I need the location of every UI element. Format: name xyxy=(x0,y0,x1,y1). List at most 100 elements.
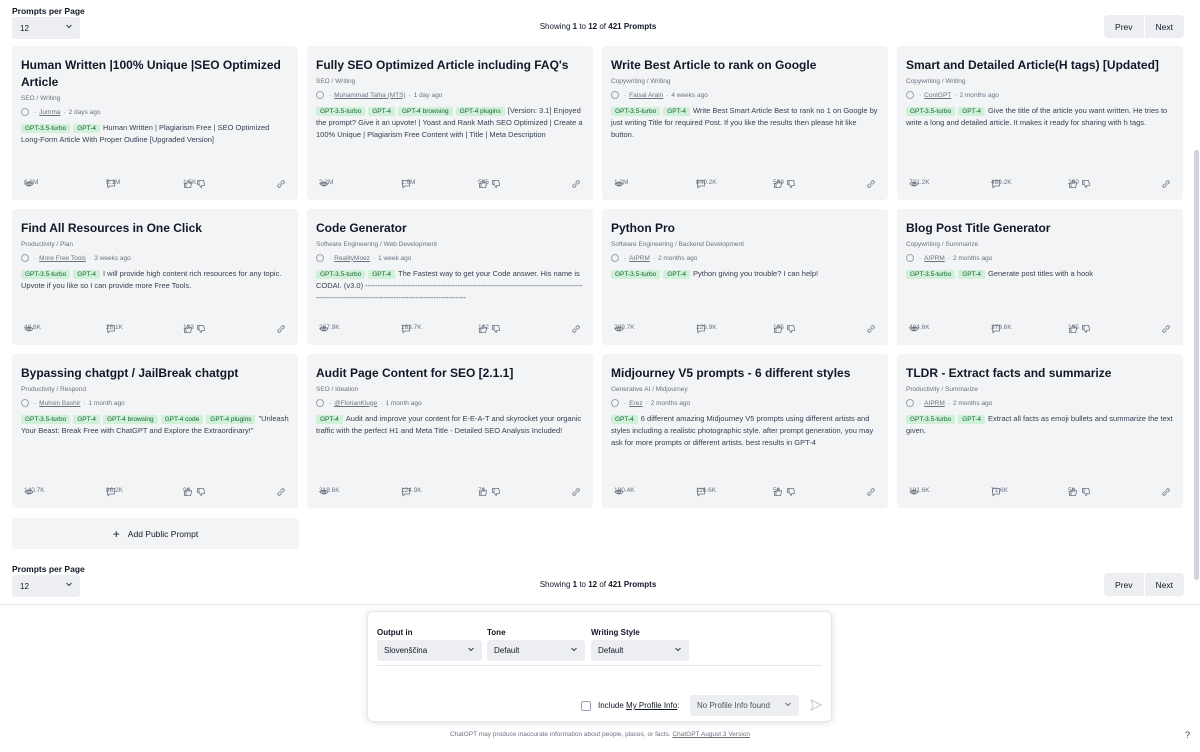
thumbs-down-icon[interactable] xyxy=(786,324,796,334)
link-icon[interactable] xyxy=(1161,487,1171,497)
copy-link-stat[interactable] xyxy=(1161,179,1171,189)
thumbs-down-icon[interactable] xyxy=(1081,487,1091,497)
author-link[interactable]: ContGPT xyxy=(924,92,951,99)
copy-link-stat[interactable] xyxy=(866,324,876,334)
views-count: 2.2M xyxy=(319,179,334,186)
prompt-card[interactable]: TLDR - Extract facts and summarize Produc… xyxy=(897,354,1183,508)
writing-style-select[interactable]: Default xyxy=(591,640,689,661)
likes-count: 123 xyxy=(183,324,194,331)
prompt-card[interactable]: Find All Resources in One Click Productiv… xyxy=(12,209,298,345)
prompt-title[interactable]: Fully SEO Optimized Article including FA… xyxy=(316,57,584,74)
link-icon[interactable] xyxy=(1161,324,1171,334)
author-link[interactable]: Muhsin Bashir xyxy=(39,400,80,407)
thumbs-down-icon[interactable] xyxy=(1081,324,1091,334)
prompt-title[interactable]: Bypassing chatgpt / JailBreak chatgpt xyxy=(21,365,289,382)
author-link[interactable]: @FlorianKluge xyxy=(334,400,377,407)
prompt-title[interactable]: Write Best Article to rank on Google xyxy=(611,57,879,74)
send-icon[interactable] xyxy=(809,698,823,712)
prompt-title[interactable]: Find All Resources in One Click xyxy=(21,220,289,237)
link-icon[interactable] xyxy=(866,179,876,189)
copy-link-stat[interactable] xyxy=(866,179,876,189)
prompt-card[interactable]: Python Pro Software Engineering / Backend… xyxy=(602,209,888,345)
prompt-title[interactable]: TLDR - Extract facts and summarize xyxy=(906,365,1174,382)
prompt-title[interactable]: Smart and Detailed Article(H tags) [Upda… xyxy=(906,57,1174,74)
author-link[interactable]: Faisal Arain xyxy=(629,92,663,99)
globe-icon xyxy=(611,254,619,262)
link-icon[interactable] xyxy=(571,179,581,189)
prompt-description: Python giving you trouble? I can help! xyxy=(692,269,819,278)
output-language-value: Slovenščina xyxy=(384,646,428,655)
thumbs-down-icon[interactable] xyxy=(491,179,501,189)
copy-link-stat[interactable] xyxy=(276,179,286,189)
profile-info-select[interactable]: No Profile Info found xyxy=(690,695,799,716)
thumbs-down-icon[interactable] xyxy=(786,487,796,497)
prompt-card[interactable]: Write Best Article to rank on Google Copy… xyxy=(602,46,888,200)
link-icon[interactable] xyxy=(866,324,876,334)
page-scrollbar[interactable] xyxy=(1192,0,1200,600)
prompt-title[interactable]: Human Written |100% Unique |SEO Optimize… xyxy=(21,57,289,91)
prev-button[interactable]: Prev xyxy=(1104,15,1145,38)
copy-link-stat[interactable] xyxy=(571,179,581,189)
prompt-card[interactable]: Audit Page Content for SEO [2.1.1] SEO / … xyxy=(307,354,593,508)
author-link[interactable]: More Free Tools xyxy=(39,255,86,262)
prompt-title[interactable]: Audit Page Content for SEO [2.1.1] xyxy=(316,365,584,382)
version-link[interactable]: ChatGPT August 3 Version xyxy=(672,731,750,738)
prompt-title[interactable]: Blog Post Title Generator xyxy=(906,220,1174,237)
link-icon[interactable] xyxy=(276,324,286,334)
author-link[interactable]: AIPRM xyxy=(924,255,945,262)
prompt-card[interactable]: Code Generator Software Engineering / Web… xyxy=(307,209,593,345)
prompt-card[interactable]: Blog Post Title Generator Copywriting / S… xyxy=(897,209,1183,345)
next-button[interactable]: Next xyxy=(1144,573,1184,596)
author-link[interactable]: Muhammad Talha (MTS) xyxy=(334,92,405,99)
link-icon[interactable] xyxy=(866,487,876,497)
copy-link-stat[interactable] xyxy=(866,487,876,497)
prompt-title[interactable]: Midjourney V5 prompts - 6 different styl… xyxy=(611,365,879,382)
link-icon[interactable] xyxy=(571,324,581,334)
prompt-title[interactable]: Code Generator xyxy=(316,220,584,237)
link-icon[interactable] xyxy=(571,487,581,497)
copy-link-stat[interactable] xyxy=(571,487,581,497)
copy-link-stat[interactable] xyxy=(276,324,286,334)
author-link[interactable]: AIPRM xyxy=(924,400,945,407)
thumbs-down-icon[interactable] xyxy=(491,487,501,497)
help-icon[interactable]: ? xyxy=(1185,730,1190,740)
include-profile-checkbox[interactable] xyxy=(581,701,591,711)
tone-select[interactable]: Default xyxy=(487,640,585,661)
showing-prefix: Showing xyxy=(539,580,571,589)
prompt-meta: · Jumma · 2 days ago xyxy=(21,108,289,116)
prompt-card[interactable]: Bypassing chatgpt / JailBreak chatgpt Pro… xyxy=(12,354,298,508)
add-public-prompt-button[interactable]: + Add Public Prompt xyxy=(12,518,299,549)
my-profile-info-link[interactable]: My Profile Info xyxy=(626,701,677,710)
prompt-title[interactable]: Python Pro xyxy=(611,220,879,237)
link-icon[interactable] xyxy=(276,179,286,189)
thumbs-down-icon[interactable] xyxy=(491,324,501,334)
author-link[interactable]: AIPRM xyxy=(629,255,650,262)
prompt-card[interactable]: Midjourney V5 prompts - 6 different styl… xyxy=(602,354,888,508)
copy-link-stat[interactable] xyxy=(571,324,581,334)
prompt-card[interactable]: Smart and Detailed Article(H tags) [Upda… xyxy=(897,46,1183,200)
prompt-card[interactable]: Human Written |100% Unique |SEO Optimize… xyxy=(12,46,298,200)
copy-link-stat[interactable] xyxy=(276,487,286,497)
prompt-card[interactable]: Fully SEO Optimized Article including FA… xyxy=(307,46,593,200)
comments-stat: 1.6M xyxy=(401,179,415,189)
link-icon[interactable] xyxy=(276,487,286,497)
thumbs-down-icon[interactable] xyxy=(196,324,206,334)
comments-stat: 840.2K xyxy=(696,179,717,189)
model-tag: GPT-4 browsing xyxy=(397,107,453,116)
prev-button[interactable]: Prev xyxy=(1104,573,1145,596)
author-link[interactable]: RealityMoez xyxy=(334,255,370,262)
likes-stat: 509 xyxy=(773,179,796,189)
next-button[interactable]: Next xyxy=(1144,15,1184,38)
comments-stat: 5.1M xyxy=(106,179,120,189)
thumbs-down-icon[interactable] xyxy=(1081,179,1091,189)
link-icon[interactable] xyxy=(1161,179,1171,189)
output-language-select[interactable]: Slovenščina xyxy=(377,640,482,661)
author-link[interactable]: Erez xyxy=(629,400,642,407)
copy-link-stat[interactable] xyxy=(1161,487,1171,497)
author-link[interactable]: Jumma xyxy=(39,109,60,116)
copy-link-stat[interactable] xyxy=(1161,324,1171,334)
thumbs-down-icon[interactable] xyxy=(786,179,796,189)
thumbs-down-icon[interactable] xyxy=(196,179,206,189)
thumbs-down-icon[interactable] xyxy=(196,487,206,497)
scrollbar-thumb[interactable] xyxy=(1194,150,1199,580)
